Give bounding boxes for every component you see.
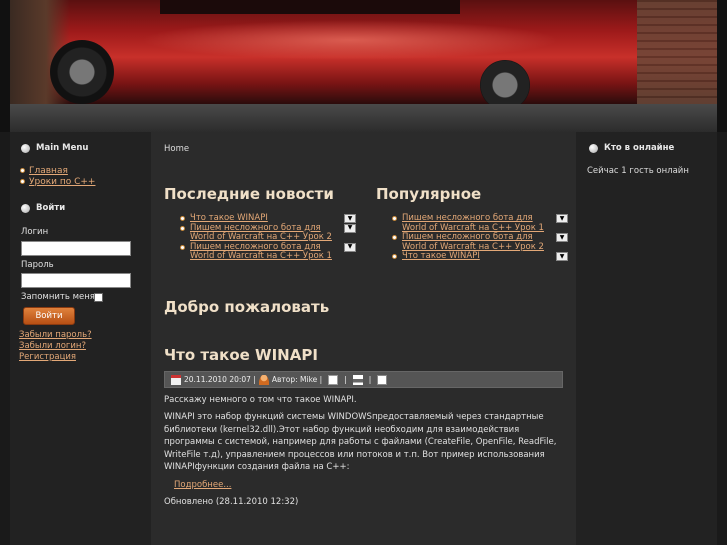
site-header — [0, 0, 727, 132]
latest-news-title: Последние новости — [164, 185, 334, 203]
remember-checkbox[interactable] — [94, 293, 103, 302]
login-button[interactable]: Войти — [23, 307, 75, 325]
bullet-icon — [180, 244, 185, 250]
register-link[interactable]: Регистрация — [19, 352, 76, 362]
menu-link-cpp[interactable]: Уроки по C++ — [29, 177, 95, 187]
news-link[interactable]: Что такое WINAPI — [402, 251, 480, 261]
bullet-icon — [392, 235, 397, 240]
popular-title: Популярное — [376, 185, 482, 203]
menu-link-home[interactable]: Главная — [29, 166, 68, 176]
chevron-down-icon[interactable]: ▼ — [556, 233, 568, 242]
latest-news-list: Что такое WINAPI ▼ Пишем несложного бота … — [164, 213, 364, 262]
car-wheel-icon — [480, 60, 530, 104]
list-item[interactable]: Пишем несложного бота для World of Warcr… — [164, 242, 364, 262]
main-menu-title: Main Menu — [21, 143, 88, 153]
article-intro: Расскажу немного о том что такое WINAPI. — [164, 395, 357, 405]
pdf-icon[interactable] — [328, 374, 339, 385]
forgot-password-link[interactable]: Забыли пароль? — [19, 330, 92, 340]
account-links: Забыли пароль? Забыли логин? Регистрация — [19, 330, 92, 363]
bullet-icon — [589, 143, 598, 153]
main-content: Home Последние новости Что такое WINAPI ▼… — [151, 132, 576, 545]
article-info-bar: 20.11.2010 20:07 | Автор: Mike | | | — [164, 371, 563, 388]
login-input[interactable] — [21, 241, 131, 256]
password-input[interactable] — [21, 273, 131, 288]
bullet-icon — [180, 225, 185, 231]
bullet-icon — [20, 179, 25, 184]
chevron-down-icon[interactable]: ▼ — [556, 252, 568, 261]
news-link[interactable]: Пишем несложного бота для World of Warcr… — [190, 223, 332, 243]
calendar-icon — [171, 374, 181, 385]
bullet-icon — [392, 216, 397, 221]
chevron-down-icon[interactable]: ▼ — [344, 242, 356, 252]
bullet-icon — [20, 168, 25, 173]
menu-item-cpp[interactable]: Уроки по C++ — [20, 176, 95, 187]
left-sidebar: Main Menu Главная Уроки по C++ Войти Лог… — [10, 132, 151, 545]
article-updated: Обновлено (28.11.2010 12:32) — [164, 497, 299, 507]
remember-label: Запомнить меня — [21, 292, 95, 302]
login-label: Логин — [21, 227, 49, 237]
right-sidebar: Кто в онлайне Сейчас 1 гость онлайн — [576, 132, 717, 545]
list-item[interactable]: Что такое WINAPI ▼ — [376, 251, 576, 262]
article-author: Автор: Mike | — [271, 375, 323, 384]
chevron-down-icon[interactable]: ▼ — [344, 214, 356, 223]
news-link[interactable]: Пишем несложного бота для World of Warcr… — [402, 232, 544, 252]
news-link[interactable]: Пишем несложного бота для World of Warcr… — [402, 213, 544, 233]
main-menu: Главная Уроки по C++ — [20, 165, 95, 187]
car-wheel-icon — [50, 40, 114, 104]
bullet-icon — [180, 216, 185, 221]
forgot-login-link[interactable]: Забыли логин? — [19, 341, 86, 351]
user-icon — [258, 374, 269, 385]
news-link[interactable]: Что такое WINAPI — [190, 213, 268, 223]
who-online-text: Сейчас 1 гость онлайн — [587, 166, 689, 176]
email-icon[interactable] — [377, 374, 388, 385]
news-link[interactable]: Пишем несложного бота для World of Warcr… — [190, 242, 332, 262]
header-banner-image — [10, 0, 717, 104]
header-bar — [10, 104, 717, 132]
popular-list: Пишем несложного бота для World of Warcr… — [376, 213, 576, 262]
bullet-icon — [21, 143, 30, 153]
read-more-link[interactable]: Подробнее... — [174, 480, 231, 490]
welcome-title: Добро пожаловать — [164, 298, 330, 316]
article-title[interactable]: Что такое WINAPI — [164, 346, 318, 364]
article-body: WINAPI это набор функций системы WINDOWS… — [164, 412, 557, 472]
list-item[interactable]: Пишем несложного бота для World of Warcr… — [376, 232, 576, 252]
chevron-down-icon[interactable]: ▼ — [556, 214, 568, 223]
breadcrumb[interactable]: Home — [164, 144, 189, 154]
chevron-down-icon[interactable]: ▼ — [344, 223, 356, 233]
login-title: Войти — [21, 203, 65, 213]
article-date: 20.11.2010 20:07 | — [184, 375, 256, 384]
list-item[interactable]: Пишем несложного бота для World of Warcr… — [164, 223, 364, 243]
print-icon[interactable] — [352, 374, 363, 385]
menu-item-home[interactable]: Главная — [20, 165, 95, 176]
list-item[interactable]: Пишем несложного бота для World of Warcr… — [376, 213, 576, 233]
password-label: Пароль — [21, 260, 54, 270]
bullet-icon — [21, 203, 30, 213]
bullet-icon — [392, 254, 397, 259]
who-online-title: Кто в онлайне — [589, 143, 674, 153]
